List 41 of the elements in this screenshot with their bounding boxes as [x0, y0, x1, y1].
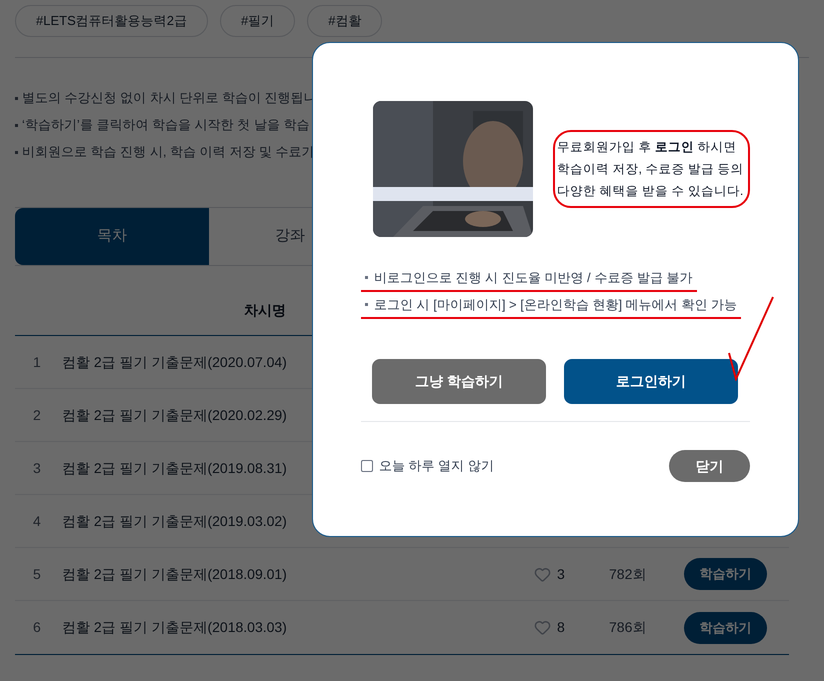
row-number: 6: [32, 618, 42, 637]
lesson-title: 컴활 2급 필기 기출문제(2019.03.02): [62, 512, 288, 531]
lesson-title: 컴활 2급 필기 기출문제(2018.03.03): [62, 618, 288, 637]
continue-button[interactable]: 그냥 학습하기: [372, 359, 546, 404]
row-number: 4: [32, 512, 42, 530]
login-button[interactable]: 로그인하기: [564, 359, 738, 404]
bullet-icon: [15, 96, 18, 100]
lesson-title: 컴활 2급 필기 기출문제(2020.02.29): [62, 406, 288, 425]
like-count: 3: [557, 564, 566, 584]
study-button[interactable]: 학습하기: [684, 558, 767, 590]
view-count: 786회: [609, 618, 648, 637]
checkbox-label: 오늘 하루 열지 않기: [379, 457, 494, 476]
hashtag[interactable]: #컴활: [307, 5, 382, 37]
bullet-icon: [15, 150, 18, 154]
view-count: 782회: [609, 564, 648, 584]
hashtag[interactable]: #LETS컴퓨터활용능력2급: [15, 5, 208, 37]
heart-icon[interactable]: [534, 619, 551, 636]
bullet-icon: [15, 124, 18, 126]
like-count: 8: [557, 618, 566, 637]
notice-text: 비회원으로 학습 진행 시, 학습 이력 저장 및 수료가: [22, 143, 315, 162]
study-button[interactable]: 학습하기: [684, 612, 767, 644]
close-button[interactable]: 닫기: [669, 450, 750, 482]
hashtag[interactable]: #필기: [220, 5, 296, 37]
row-number: 3: [32, 458, 42, 478]
note-text: 로그인 시 [마이페이지] > [온라인학습 현황] 메뉴에서 확인 가능: [374, 296, 737, 314]
note-text: 비로그인으로 진행 시 진도율 미반영 / 수료증 발급 불가: [374, 268, 693, 287]
row-number: 5: [32, 564, 42, 584]
checkbox[interactable]: [361, 460, 373, 472]
promo-text: 무료회원가입 후 로그인 하시면 학습이력 저장, 수료증 발급 등의 다양한 혜택을 받을 수 있습니다.: [553, 130, 750, 208]
row-number: 2: [32, 406, 42, 424]
tab[interactable]: 목차: [15, 208, 209, 265]
lesson-title: 컴활 2급 필기 기출문제(2018.09.01): [62, 564, 288, 584]
lesson-title: 컴활 2급 필기 기출문제(2020.07.04): [62, 352, 288, 372]
lesson-title: 컴활 2급 필기 기출문제(2019.08.31): [62, 458, 288, 478]
column-header: 차시명: [244, 301, 286, 320]
tab[interactable]: 강좌: [209, 208, 307, 265]
bullet-icon: [365, 303, 368, 306]
bullet-icon: [365, 276, 368, 279]
notice-text: ‘학습하기’를 클릭하여 학습을 시작한 첫 날을 학습: [22, 116, 310, 134]
row-number: 1: [32, 352, 42, 372]
heart-icon[interactable]: [534, 566, 551, 582]
